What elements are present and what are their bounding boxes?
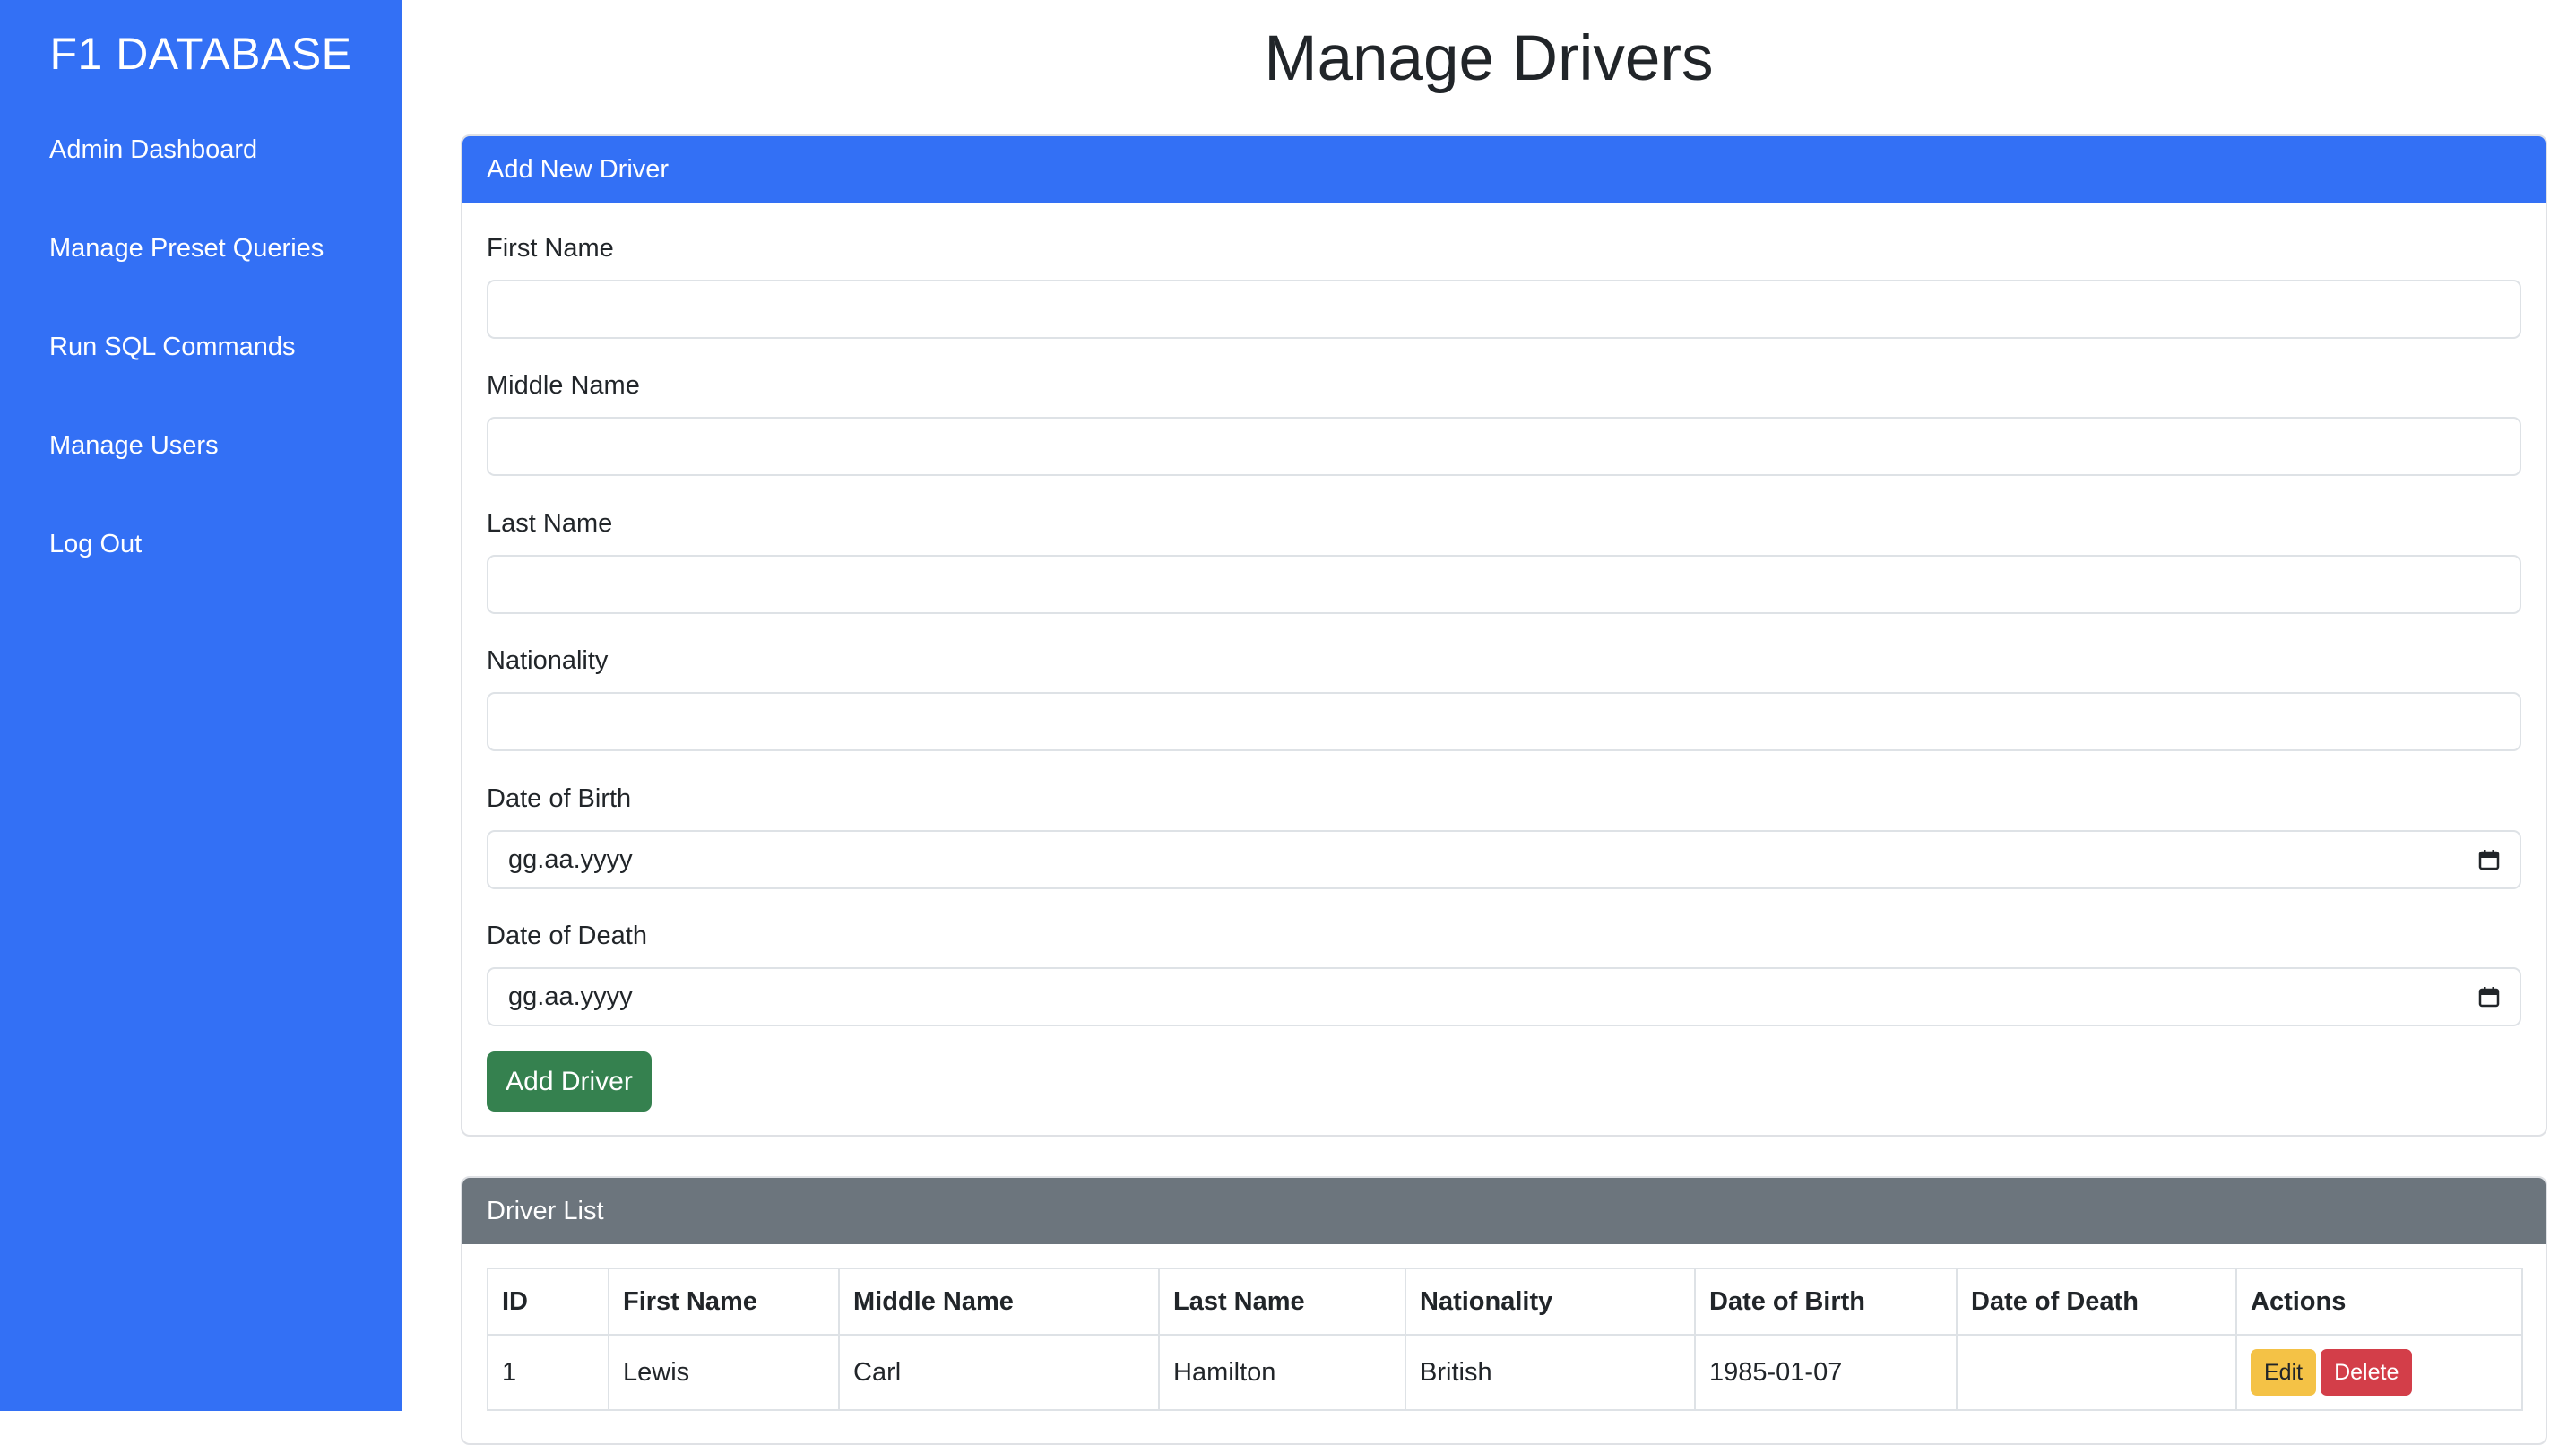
- column-header: Actions: [2235, 1268, 2523, 1336]
- sidebar-item-run-sql-commands[interactable]: Run SQL Commands: [49, 327, 296, 367]
- driver-list-header: Driver List: [462, 1178, 2546, 1244]
- column-header: Date of Birth: [1694, 1268, 1958, 1336]
- nationality-label: Nationality: [487, 646, 609, 675]
- column-header: Nationality: [1405, 1268, 1696, 1336]
- middle-name-label: Middle Name: [487, 371, 640, 400]
- add-driver-button[interactable]: Add Driver: [487, 1051, 652, 1112]
- date-of-birth-value: gg.aa.yyyy: [508, 844, 633, 874]
- brand-title: F1 DATABASE: [49, 29, 352, 79]
- sidebar-item-log-out[interactable]: Log Out: [49, 524, 142, 564]
- driver-list-card: Driver List ID First Name Middle Name La…: [461, 1176, 2547, 1445]
- add-driver-header: Add New Driver: [462, 136, 2546, 203]
- sidebar-item-admin-dashboard[interactable]: Admin Dashboard: [49, 130, 257, 169]
- calendar-icon[interactable]: [2478, 849, 2500, 870]
- cell-last-name: Hamilton: [1158, 1334, 1406, 1411]
- delete-button[interactable]: Delete: [2321, 1349, 2413, 1396]
- first-name-label: First Name: [487, 234, 614, 263]
- sidebar-item-manage-preset-queries[interactable]: Manage Preset Queries: [49, 229, 324, 268]
- sidebar-item-manage-users[interactable]: Manage Users: [49, 426, 219, 465]
- column-header: Last Name: [1158, 1268, 1406, 1336]
- cell-actions: Edit Delete: [2235, 1334, 2523, 1411]
- cell-nationality: British: [1405, 1334, 1696, 1411]
- date-of-death-input[interactable]: gg.aa.yyyy: [487, 967, 2521, 1026]
- date-of-birth-input[interactable]: gg.aa.yyyy: [487, 830, 2521, 889]
- last-name-input[interactable]: [487, 555, 2521, 614]
- column-header: Middle Name: [838, 1268, 1160, 1336]
- date-of-death-label: Date of Death: [487, 922, 647, 950]
- page-title: Manage Drivers: [1264, 23, 1714, 94]
- sidebar: F1 DATABASE Admin Dashboard Manage Prese…: [0, 0, 402, 1411]
- edit-button[interactable]: Edit: [2251, 1349, 2317, 1396]
- middle-name-input[interactable]: [487, 417, 2521, 476]
- cell-date-of-death: [1956, 1334, 2237, 1411]
- first-name-input[interactable]: [487, 280, 2521, 339]
- column-header: ID: [487, 1268, 609, 1336]
- driver-table: ID First Name Middle Name Last Name Nati…: [487, 1268, 2523, 1411]
- add-driver-card: Add New Driver First Name Middle Name La…: [461, 134, 2547, 1137]
- calendar-icon[interactable]: [2478, 986, 2500, 1008]
- cell-date-of-birth: 1985-01-07: [1694, 1334, 1958, 1411]
- column-header: First Name: [608, 1268, 840, 1336]
- cell-first-name: Lewis: [608, 1334, 840, 1411]
- last-name-label: Last Name: [487, 509, 613, 538]
- table-row: 1 Lewis Carl Hamilton British 1985-01-07…: [487, 1334, 2523, 1411]
- column-header: Date of Death: [1956, 1268, 2237, 1336]
- date-of-birth-label: Date of Birth: [487, 784, 632, 813]
- table-header-row: ID First Name Middle Name Last Name Nati…: [487, 1268, 2523, 1336]
- nationality-input[interactable]: [487, 692, 2521, 751]
- date-of-death-value: gg.aa.yyyy: [508, 982, 633, 1011]
- cell-id: 1: [487, 1334, 609, 1411]
- cell-middle-name: Carl: [838, 1334, 1160, 1411]
